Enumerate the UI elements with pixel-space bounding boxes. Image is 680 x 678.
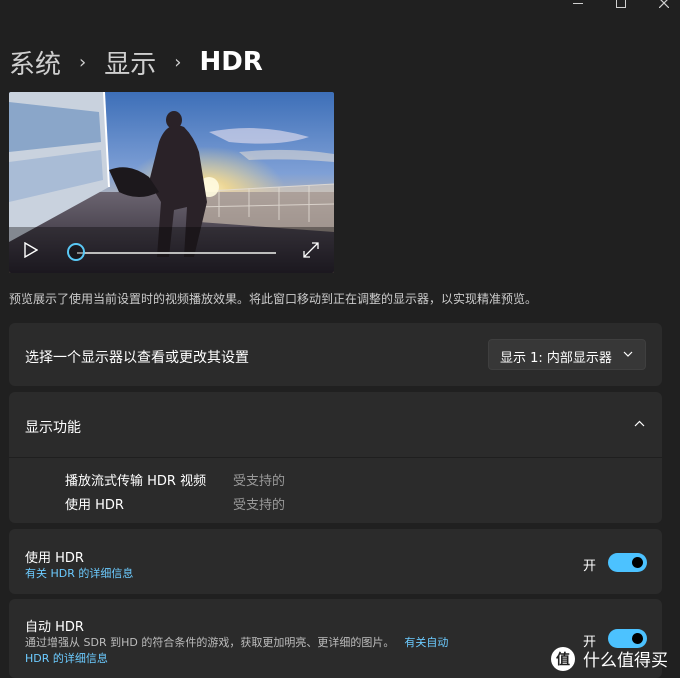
feature-name: 使用 HDR: [65, 498, 124, 513]
monitor-selector-label: 选择一个显示器以查看或更改其设置: [25, 350, 249, 366]
preview-image: [9, 92, 334, 273]
title-bar: [0, 0, 680, 12]
minimize-icon: [573, 2, 583, 4]
breadcrumb-item-display[interactable]: 显示: [104, 44, 156, 81]
chevron-up-icon[interactable]: [634, 420, 645, 427]
use-hdr-title: 使用 HDR: [25, 551, 84, 566]
auto-hdr-info-link-part2[interactable]: HDR 的详细信息: [25, 650, 108, 666]
display-features-header[interactable]: 显示功能: [9, 392, 662, 458]
playback-progress-track[interactable]: [77, 252, 276, 254]
watermark-logo-icon: 值: [551, 646, 575, 671]
toggle-knob: [632, 633, 643, 644]
minimize-button[interactable]: [555, 0, 601, 12]
breadcrumb: 系统 › 显示 › HDR: [9, 40, 263, 84]
watermark: 值 什么值得买: [551, 646, 668, 671]
hdr-video-preview[interactable]: [9, 92, 334, 273]
breadcrumb-separator: ›: [174, 51, 182, 73]
display-features-card: 显示功能 播放流式传输 HDR 视频 受支持的 使用 HDR 受支持的: [9, 392, 662, 523]
preview-caption: 预览展示了使用当前设置时的视频播放效果。将此窗口移动到正在调整的显示器，以实现精…: [9, 292, 538, 306]
breadcrumb-item-system[interactable]: 系统: [9, 44, 61, 81]
auto-hdr-info-link-part1[interactable]: 有关自动: [404, 636, 448, 649]
feature-name: 播放流式传输 HDR 视频: [65, 474, 207, 489]
use-hdr-toggle[interactable]: [608, 553, 647, 572]
toggle-knob: [632, 557, 643, 568]
auto-hdr-title: 自动 HDR: [25, 620, 84, 635]
page-title: HDR: [199, 47, 263, 77]
watermark-text: 什么值得买: [583, 651, 668, 671]
auto-hdr-description-text: 通过增强从 SDR 到HD 的符合条件的游戏，获取更加明亮、更详细的图片。: [25, 636, 395, 649]
playback-progress-thumb[interactable]: [67, 243, 85, 261]
breadcrumb-separator: ›: [79, 51, 87, 73]
use-hdr-info-link[interactable]: 有关 HDR 的详细信息: [25, 565, 133, 581]
maximize-button[interactable]: [598, 0, 644, 12]
close-button[interactable]: [641, 0, 680, 12]
monitor-selector-card: 选择一个显示器以查看或更改其设置 显示 1: 内部显示器: [9, 323, 662, 386]
expand-icon[interactable]: [302, 241, 320, 259]
auto-hdr-description: 通过增强从 SDR 到HD 的符合条件的游戏，获取更加明亮、更详细的图片。 有关自…: [25, 634, 448, 650]
use-hdr-card: 使用 HDR 有关 HDR 的详细信息 开: [9, 529, 662, 594]
display-features-title: 显示功能: [25, 420, 81, 436]
monitor-select-value: 显示 1: 内部显示器: [500, 351, 612, 366]
feature-value: 受支持的: [233, 498, 286, 513]
maximize-icon: [616, 0, 626, 8]
use-hdr-toggle-label: 开: [583, 559, 597, 574]
feature-value: 受支持的: [233, 474, 286, 489]
close-icon: [659, 0, 669, 8]
play-icon[interactable]: [24, 242, 38, 258]
monitor-select-dropdown[interactable]: 显示 1: 内部显示器: [488, 339, 646, 370]
chevron-down-icon: [623, 351, 633, 357]
